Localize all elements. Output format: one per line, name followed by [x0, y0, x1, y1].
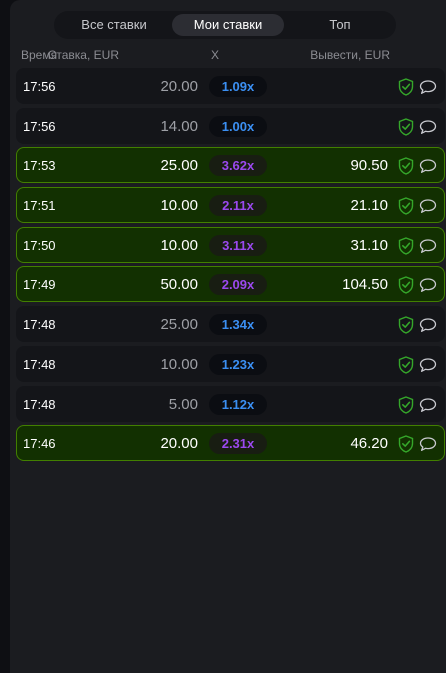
shield-check-icon[interactable]: [398, 78, 414, 96]
chat-bubble-icon[interactable]: [419, 357, 437, 373]
bets-tabs: Все ставки Мои ставки Топ: [54, 11, 396, 39]
bet-amount: 5.00: [168, 395, 198, 413]
chat-bubble-icon[interactable]: [419, 198, 437, 214]
shield-check-icon[interactable]: [398, 316, 414, 334]
chat-bubble-icon[interactable]: [419, 158, 437, 174]
shield-check-icon[interactable]: [398, 276, 414, 295]
bet-time: 17:50: [23, 237, 56, 253]
shield-check-icon[interactable]: [398, 117, 414, 136]
chat-bubble-icon[interactable]: [419, 317, 437, 333]
shield-check-icon[interactable]: [398, 237, 414, 255]
chat-bubble-icon[interactable]: [419, 79, 437, 95]
multiplier-badge: 1.09x: [209, 76, 267, 97]
bet-time: 17:48: [23, 317, 56, 333]
multiplier-badge: 1.12x: [209, 393, 267, 415]
shield-check-icon[interactable]: [398, 197, 414, 215]
bet-time: 17:56: [23, 79, 56, 94]
multiplier-badge: 2.09x: [209, 274, 267, 296]
cashout-amount: 90.50: [350, 157, 388, 175]
bet-time: 17:48: [23, 356, 56, 372]
bet-time: 17:49: [23, 277, 56, 293]
cashout-amount: 46.20: [350, 435, 388, 453]
table-row: 17:53 25.00 3.62x 90.50: [16, 147, 445, 184]
header-cashout: Вывести, EUR: [310, 48, 390, 62]
shield-check-icon[interactable]: [398, 395, 414, 414]
header-bet: Ставка, EUR: [47, 48, 119, 62]
multiplier-badge: 3.11x: [209, 234, 267, 256]
tab-my-bets[interactable]: Мои ставки: [172, 14, 284, 36]
bet-amount: 10.00: [160, 236, 198, 254]
bet-amount: 20.00: [160, 435, 198, 453]
shield-check-icon[interactable]: [398, 157, 414, 176]
table-row: 17:48 5.00 1.12x: [16, 385, 445, 422]
multiplier-badge: 1.23x: [209, 353, 267, 375]
cashout-amount: 31.10: [350, 236, 388, 254]
table-row: 17:49 50.00 2.09x 104.50: [16, 266, 445, 303]
table-row: 17:46 20.00 2.31x 46.20: [16, 425, 445, 462]
chat-bubble-icon[interactable]: [419, 397, 437, 413]
table-row: 17:56 20.00 1.09x: [16, 68, 445, 104]
bet-time: 17:48: [23, 396, 56, 412]
table-row: 17:48 25.00 1.34x: [16, 306, 445, 343]
multiplier-badge: 2.31x: [209, 433, 267, 455]
bet-time: 17:46: [23, 436, 56, 452]
bet-amount: 50.00: [160, 276, 198, 294]
table-row: 17:56 14.00 1.00x: [16, 107, 445, 144]
multiplier-badge: 1.00x: [209, 115, 267, 137]
shield-check-icon[interactable]: [398, 356, 414, 374]
multiplier-badge: 3.62x: [209, 155, 267, 177]
tab-top[interactable]: Топ: [288, 14, 392, 36]
bet-amount: 25.00: [160, 157, 198, 175]
table-header: Время Ставка, EUR X Вывести, EUR: [10, 46, 446, 64]
table-row: 17:51 10.00 2.11x 21.10: [16, 187, 445, 224]
cashout-amount: 104.50: [342, 276, 388, 294]
bet-amount: 20.00: [160, 78, 198, 95]
bet-amount: 10.00: [160, 355, 198, 373]
cashout-amount: 21.10: [350, 197, 388, 215]
shield-check-icon[interactable]: [398, 435, 414, 453]
table-row: 17:50 10.00 3.11x 31.10: [16, 226, 445, 263]
chat-bubble-icon[interactable]: [419, 277, 437, 293]
bets-list: 17:56 20.00 1.09x 17:56 14.00 1.00x 17:53 25.00…: [16, 68, 445, 465]
bet-time: 17:51: [23, 198, 56, 214]
bet-amount: 10.00: [160, 197, 198, 215]
multiplier-badge: 1.34x: [209, 314, 267, 336]
chat-bubble-icon[interactable]: [419, 119, 437, 135]
bet-amount: 25.00: [160, 316, 198, 334]
bet-amount: 14.00: [160, 117, 198, 135]
chat-bubble-icon[interactable]: [419, 238, 437, 254]
chat-bubble-icon[interactable]: [419, 436, 437, 452]
table-row: 17:48 10.00 1.23x: [16, 345, 445, 382]
multiplier-badge: 2.11x: [209, 195, 267, 217]
tab-all-bets[interactable]: Все ставки: [62, 14, 166, 36]
bet-time: 17:53: [23, 158, 56, 174]
bet-time: 17:56: [23, 118, 56, 134]
header-multiplier: X: [211, 48, 220, 62]
